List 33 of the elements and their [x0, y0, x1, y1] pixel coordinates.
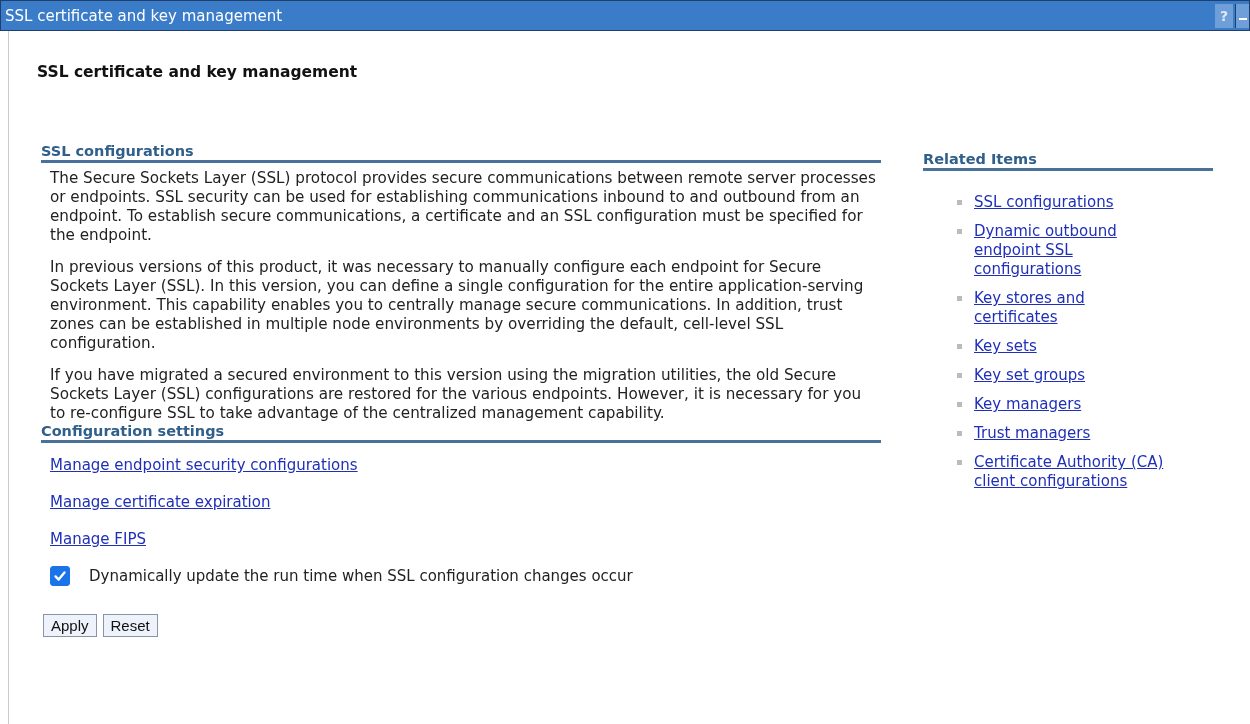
bullet-icon	[957, 402, 962, 407]
related-link[interactable]: Dynamic outbound endpoint SSL configurations	[974, 222, 1139, 279]
window-title: SSL certificate and key management	[4, 6, 283, 25]
form-button[interactable]: Apply	[43, 614, 97, 637]
settings-link[interactable]: Manage FIPS	[50, 530, 146, 548]
minimize-icon	[1238, 17, 1247, 20]
form-button[interactable]: Reset	[102, 614, 158, 637]
related-link[interactable]: SSL configurations	[974, 193, 1114, 212]
paragraph: The Secure Sockets Layer (SSL) protocol provides secure communications between remote server processes or endpoints. SSL security can be used for establishing communications inbound to and outbound from an endpoint. To establish secure communications, a certificate and an SSL configuration must be specified for the endpoint.	[50, 169, 877, 245]
section-heading: SSL configurations	[41, 143, 881, 163]
section-heading: Related Items	[923, 151, 1213, 171]
page-title: SSL certificate and key management	[37, 62, 359, 81]
bullet-icon	[957, 373, 962, 378]
related-link[interactable]: Certificate Authority (CA) client configurations	[974, 453, 1182, 491]
bullet-icon	[957, 460, 962, 465]
bullet-icon	[957, 296, 962, 301]
section-heading: Configuration settings	[41, 423, 881, 443]
minimize-button[interactable]	[1235, 3, 1249, 28]
related-link[interactable]: Key managers	[974, 395, 1082, 414]
bullet-icon	[957, 200, 962, 205]
checkbox-label: Dynamically update the run time when SSL configuration changes occur	[89, 567, 633, 585]
related-link[interactable]: Key sets	[974, 337, 1037, 356]
related-link[interactable]: Key set groups	[974, 366, 1086, 385]
related-link[interactable]: Key stores and certificates	[974, 289, 1139, 327]
paragraph: If you have migrated a secured environment to this version using the migration utilities, the old Secure Sockets Layer (SSL) configurations are restored for the various endpoints. However, it is necessary for you to re-configure SSL to take advantage of the centralized management capability.	[50, 366, 863, 423]
settings-link[interactable]: Manage certificate expiration	[50, 493, 271, 511]
checkbox[interactable]	[50, 566, 70, 586]
bullet-icon	[957, 229, 962, 234]
paragraph: In previous versions of this product, it was necessary to manually configure each endpoint for Secure Sockets Layer (SSL). In this version, you can define a single configuration for the entire application-serving environment. This capability enables you to centrally manage secure communications. In addition, trust zones can be established in multiple node environments by overriding the default, cell-level SSL configuration.	[50, 258, 865, 353]
bullet-icon	[957, 431, 962, 436]
settings-link[interactable]: Manage endpoint security configurations	[50, 456, 358, 474]
bullet-icon	[957, 344, 962, 349]
related-link[interactable]: Trust managers	[974, 424, 1091, 443]
